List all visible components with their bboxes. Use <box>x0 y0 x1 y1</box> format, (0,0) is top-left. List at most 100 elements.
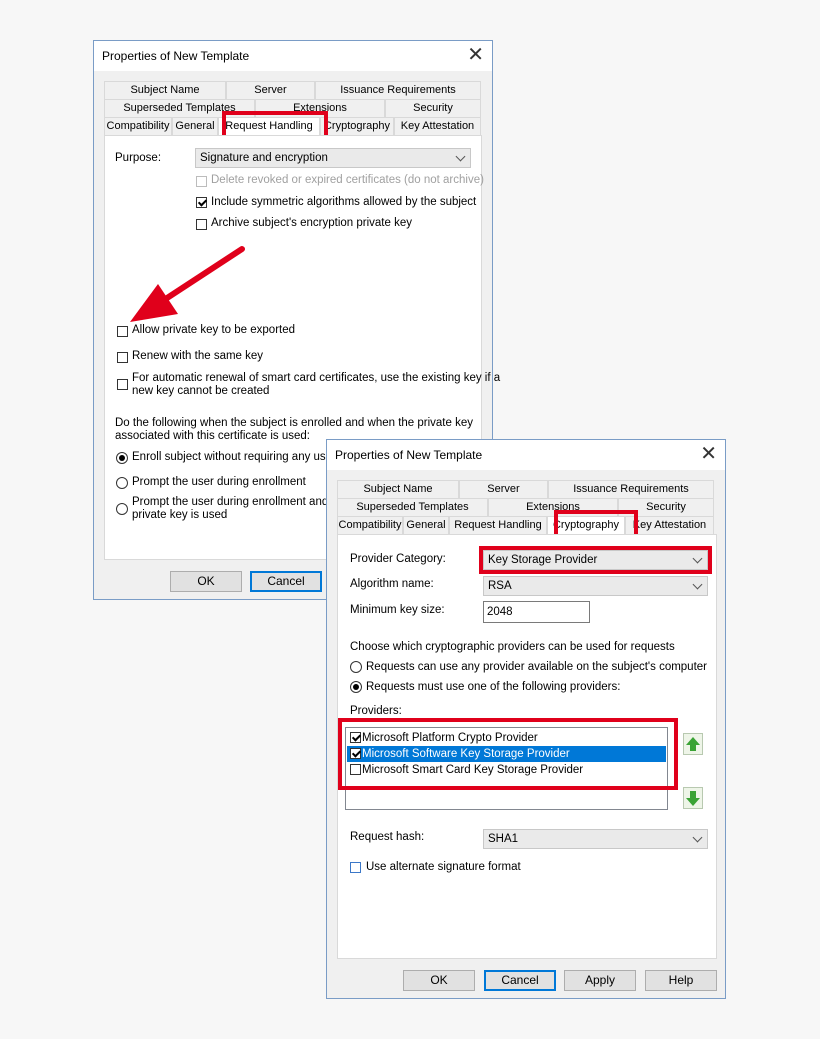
tab-request-handling[interactable]: Request Handling <box>218 117 320 135</box>
include-symmetric-checkbox[interactable] <box>196 197 207 208</box>
tab-subject-name[interactable]: Subject Name <box>104 81 226 99</box>
chevron-down-icon <box>692 832 703 843</box>
tab-issuance-requirements[interactable]: Issuance Requirements <box>548 480 714 498</box>
tab-extensions[interactable]: Extensions <box>488 498 618 516</box>
tab-key-attestation[interactable]: Key Attestation <box>625 516 714 534</box>
renew-same-key-label: Renew with the same key <box>132 350 264 362</box>
delete-revoked-checkbox[interactable] <box>196 176 207 187</box>
close-icon[interactable]: ✕ <box>467 44 484 66</box>
enroll-without-user-radio[interactable] <box>116 452 128 464</box>
provider-category-value: Key Storage Provider <box>488 554 598 566</box>
archive-key-label: Archive subject's encryption private key <box>211 217 412 229</box>
tab-compatibility[interactable]: Compatibility <box>337 516 403 534</box>
tab-row-1: Subject Name Server Issuance Requirement… <box>337 480 714 498</box>
renew-same-key-checkbox[interactable] <box>117 352 128 363</box>
dialog-cryptography: Properties of New Template ✕ Subject Nam… <box>326 439 726 999</box>
providers-list[interactable]: Microsoft Platform Crypto Provider Micro… <box>345 727 668 810</box>
move-up-button[interactable] <box>683 733 703 755</box>
any-provider-radio[interactable] <box>350 661 362 673</box>
algorithm-value: RSA <box>488 580 512 592</box>
provider-name: Microsoft Platform Crypto Provider <box>362 732 538 744</box>
tab-subject-name[interactable]: Subject Name <box>337 480 459 498</box>
provider-name: Microsoft Smart Card Key Storage Provide… <box>362 764 584 776</box>
provider-name: Microsoft Software Key Storage Provider <box>362 748 570 760</box>
prompt-use-radio[interactable] <box>116 503 128 515</box>
cancel-button[interactable]: Cancel <box>250 571 322 592</box>
provider-checkbox[interactable] <box>350 732 361 743</box>
archive-key-checkbox[interactable] <box>196 219 207 230</box>
provider-category-label: Provider Category: <box>350 553 446 565</box>
help-button[interactable]: Help <box>645 970 717 991</box>
tab-cryptography[interactable]: Cryptography <box>547 516 625 534</box>
move-down-button[interactable] <box>683 787 703 809</box>
enroll-description-2: associated with this certificate is used… <box>115 430 310 442</box>
chevron-down-icon <box>455 151 466 162</box>
ok-button[interactable]: OK <box>170 571 242 592</box>
tab-request-handling[interactable]: Request Handling <box>449 516 547 534</box>
close-icon[interactable]: ✕ <box>700 443 717 465</box>
include-symmetric-label: Include symmetric algorithms allowed by … <box>211 196 477 208</box>
delete-revoked-label: Delete revoked or expired certificates (… <box>211 174 484 186</box>
specific-provider-radio[interactable] <box>350 681 362 693</box>
title-bar: Properties of New Template ✕ <box>94 41 492 71</box>
list-item[interactable]: Microsoft Smart Card Key Storage Provide… <box>347 762 666 778</box>
providers-label: Providers: <box>350 705 402 717</box>
chevron-down-icon <box>692 579 703 590</box>
ok-button[interactable]: OK <box>403 970 475 991</box>
tab-security[interactable]: Security <box>618 498 714 516</box>
provider-checkbox[interactable] <box>350 748 361 759</box>
apply-button[interactable]: Apply <box>564 970 636 991</box>
request-hash-value: SHA1 <box>488 833 519 845</box>
list-item[interactable]: Microsoft Platform Crypto Provider <box>347 730 666 746</box>
tab-general[interactable]: General <box>403 516 449 534</box>
tab-compatibility[interactable]: Compatibility <box>104 117 172 135</box>
tab-issuance-requirements[interactable]: Issuance Requirements <box>315 81 481 99</box>
request-hash-label: Request hash: <box>350 831 425 843</box>
alternate-signature-checkbox[interactable] <box>350 862 361 873</box>
purpose-value: Signature and encryption <box>200 152 328 164</box>
dialog-title: Properties of New Template <box>102 49 250 63</box>
tab-server[interactable]: Server <box>459 480 548 498</box>
prompt-use-label-2: private key is used <box>132 509 228 521</box>
tab-superseded-templates[interactable]: Superseded Templates <box>337 498 488 516</box>
smart-card-renewal-checkbox[interactable] <box>117 379 128 390</box>
tab-superseded-templates[interactable]: Superseded Templates <box>104 99 255 117</box>
list-item[interactable]: Microsoft Software Key Storage Provider <box>347 746 666 762</box>
tab-security[interactable]: Security <box>385 99 481 117</box>
provider-checkbox[interactable] <box>350 764 361 775</box>
annotation-arrow-icon <box>130 246 245 322</box>
specific-provider-label: Requests must use one of the following p… <box>366 681 621 693</box>
tab-row-2: Superseded Templates Extensions Security <box>104 99 481 117</box>
tab-general[interactable]: General <box>172 117 218 135</box>
chevron-down-icon <box>692 553 703 564</box>
min-key-size-label: Minimum key size: <box>350 604 445 616</box>
tab-key-attestation[interactable]: Key Attestation <box>394 117 481 135</box>
tab-cryptography[interactable]: Cryptography <box>320 117 394 135</box>
min-key-size-value: 2048 <box>487 606 513 618</box>
tab-row-2: Superseded Templates Extensions Security <box>337 498 714 516</box>
tab-server[interactable]: Server <box>226 81 315 99</box>
arrow-up-icon <box>686 737 700 751</box>
arrow-down-icon <box>686 791 700 806</box>
tab-row-3: Compatibility General Request Handling C… <box>337 516 714 534</box>
algorithm-select[interactable]: RSA <box>483 576 708 596</box>
cancel-button[interactable]: Cancel <box>484 970 556 991</box>
alternate-signature-label: Use alternate signature format <box>366 861 521 873</box>
prompt-enrollment-label: Prompt the user during enrollment <box>132 476 306 488</box>
enroll-description-1: Do the following when the subject is enr… <box>115 417 473 429</box>
enroll-without-user-label: Enroll subject without requiring any use… <box>132 451 349 463</box>
prompt-enrollment-radio[interactable] <box>116 477 128 489</box>
tab-extensions[interactable]: Extensions <box>255 99 385 117</box>
any-provider-label: Requests can use any provider available … <box>366 661 708 673</box>
dialog-title: Properties of New Template <box>335 448 483 462</box>
request-hash-select[interactable]: SHA1 <box>483 829 708 849</box>
choose-providers-text: Choose which cryptographic providers can… <box>350 641 675 653</box>
tab-row-1: Subject Name Server Issuance Requirement… <box>104 81 481 99</box>
provider-category-select[interactable]: Key Storage Provider <box>483 550 708 570</box>
purpose-select[interactable]: Signature and encryption <box>195 148 471 168</box>
tab-panel: Provider Category: Key Storage Provider … <box>337 534 717 959</box>
prompt-use-label-1: Prompt the user during enrollment and re… <box>132 496 349 508</box>
purpose-label: Purpose: <box>115 152 162 164</box>
min-key-size-input[interactable]: 2048 <box>483 601 590 623</box>
title-bar: Properties of New Template ✕ <box>327 440 725 470</box>
